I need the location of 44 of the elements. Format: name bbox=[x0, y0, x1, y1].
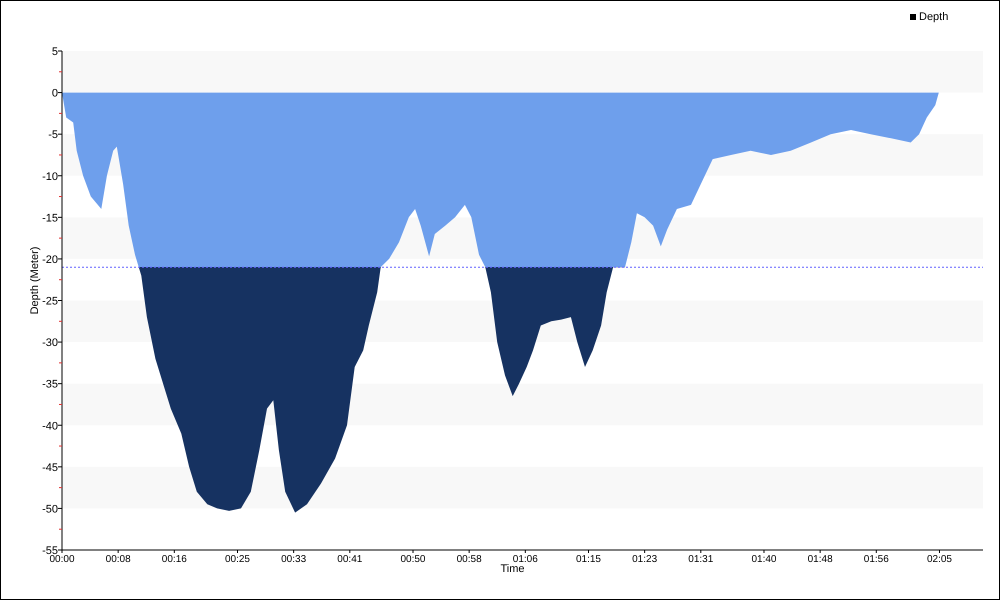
x-tick-label: 00:16 bbox=[162, 554, 187, 565]
minor-tick bbox=[58, 154, 62, 156]
minor-tick bbox=[58, 320, 62, 322]
x-tick-label: 01:15 bbox=[576, 554, 601, 565]
x-tick-label: 01:40 bbox=[751, 554, 776, 565]
y-tick-label: -35 bbox=[42, 378, 58, 391]
minor-tick bbox=[58, 446, 62, 447]
x-axis-title: Time bbox=[500, 563, 525, 575]
minor-tick bbox=[58, 279, 62, 280]
minor-tick bbox=[58, 404, 62, 405]
y-tick-label: -50 bbox=[42, 503, 58, 516]
minor-tick bbox=[58, 71, 62, 72]
y-tick-label: -5 bbox=[48, 129, 58, 142]
minor-tick bbox=[58, 196, 62, 198]
x-tick-label: 01:06 bbox=[512, 554, 538, 565]
y-tick-label: -45 bbox=[42, 462, 58, 474]
x-tick-label: 00:08 bbox=[106, 554, 131, 565]
minor-tick bbox=[58, 487, 62, 488]
y-axis-title: Depth (Meter) bbox=[29, 246, 41, 314]
x-tick-label: 00:58 bbox=[456, 554, 482, 565]
x-tick-label: 00:33 bbox=[281, 554, 306, 565]
x-tick-label: 00:50 bbox=[400, 554, 426, 565]
x-tick-label: 00:41 bbox=[337, 554, 362, 565]
legend-label: Depth bbox=[919, 10, 948, 25]
y-tick-label: -15 bbox=[42, 212, 58, 224]
minor-tick bbox=[58, 362, 62, 364]
x-tick-label: 01:23 bbox=[632, 554, 658, 565]
minor-tick bbox=[58, 238, 62, 239]
minor-tick bbox=[58, 112, 62, 114]
x-tick-label: 01:31 bbox=[688, 554, 714, 565]
x-tick-label: 01:48 bbox=[808, 554, 833, 565]
y-tick-label: -40 bbox=[42, 420, 58, 432]
y-tick-label: 5 bbox=[52, 46, 58, 58]
y-tick-label: -25 bbox=[42, 296, 58, 308]
y-tick-label: -30 bbox=[42, 337, 58, 350]
x-tick-label: 00:25 bbox=[224, 554, 250, 565]
y-tick-label: 0 bbox=[52, 88, 58, 100]
legend-swatch-icon bbox=[910, 14, 916, 20]
y-tick-label: -20 bbox=[42, 254, 58, 266]
x-tick-label: 01:56 bbox=[864, 554, 889, 565]
x-tick-label: 00:00 bbox=[49, 554, 75, 565]
minor-tick bbox=[58, 528, 62, 530]
x-tick-label: 02:05 bbox=[926, 554, 952, 565]
y-tick-label: -10 bbox=[42, 170, 58, 183]
